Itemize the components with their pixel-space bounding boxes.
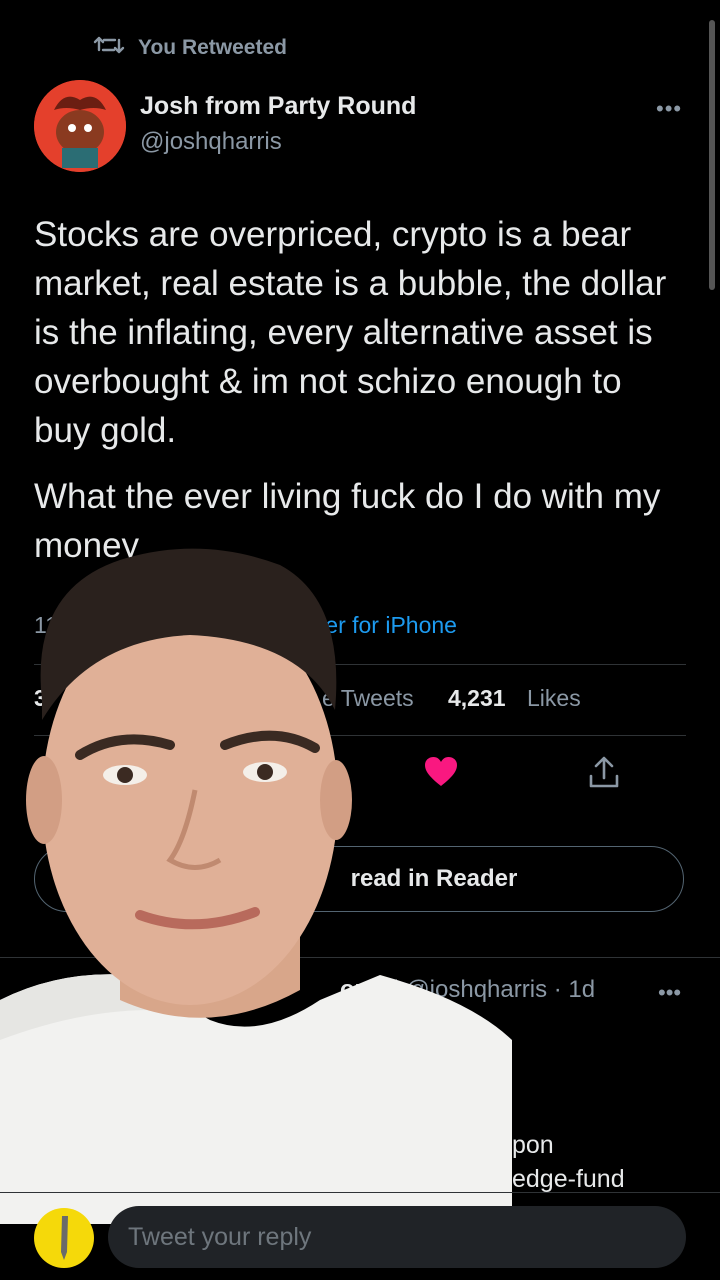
reply-author-name[interactable]: ound: [340, 976, 399, 1003]
tweet-meta: 11: Twitter for iPhone: [34, 612, 457, 639]
tweet-stats: 3 e Tweets 4,231 Likes: [34, 685, 686, 712]
more-options-icon[interactable]: •••: [656, 96, 682, 122]
like-heart-icon[interactable]: [424, 756, 458, 793]
current-user-avatar[interactable]: [34, 1208, 94, 1268]
divider: [34, 735, 686, 736]
reply-author-handle[interactable]: @joshqharris: [405, 976, 547, 1003]
divider: [34, 664, 686, 665]
retweet-indicator: You Retweeted: [92, 34, 287, 62]
reply-age: · 1d: [553, 976, 596, 1003]
author-name[interactable]: Josh from Party Round: [140, 92, 416, 121]
reply-text-line: edge-fund: [512, 1165, 625, 1193]
reply-input[interactable]: Tweet your reply: [108, 1206, 686, 1268]
share-icon[interactable]: [586, 754, 622, 795]
author-avatar[interactable]: [34, 80, 126, 172]
scrollbar[interactable]: [709, 20, 715, 290]
tweet-time: 11:: [34, 612, 65, 638]
tweet-text-paragraph-1: Stocks are overpriced, crypto is a bear …: [34, 215, 667, 450]
reply-more-options-icon[interactable]: •••: [658, 980, 681, 1006]
tweet-source-link[interactable]: Twitter for iPhone: [278, 612, 457, 639]
presenter-overlay: [0, 548, 512, 1224]
author-handle[interactable]: @joshqharris: [140, 128, 282, 156]
retweet-icon: [92, 34, 126, 62]
tweet-text-paragraph-2: What the ever living fuck do I do with m…: [34, 477, 661, 565]
likes-label[interactable]: Likes: [527, 685, 581, 712]
retweet-count[interactable]: 3: [34, 685, 47, 711]
quote-tweets-label[interactable]: e Tweets: [322, 685, 414, 712]
section-divider: [0, 957, 720, 958]
reply-text-line: pon: [512, 1131, 554, 1159]
read-in-reader-button[interactable]: read in Reader: [34, 846, 684, 912]
likes-count[interactable]: 4,231: [448, 685, 506, 712]
retweet-label: You Retweeted: [138, 36, 287, 59]
reply-header: ound @joshqharris · 1d: [340, 976, 595, 1004]
reply-text: pon edge-fund: [512, 1128, 625, 1196]
reader-button-label: read in Reader: [350, 865, 518, 892]
composer-divider: [0, 1192, 720, 1193]
